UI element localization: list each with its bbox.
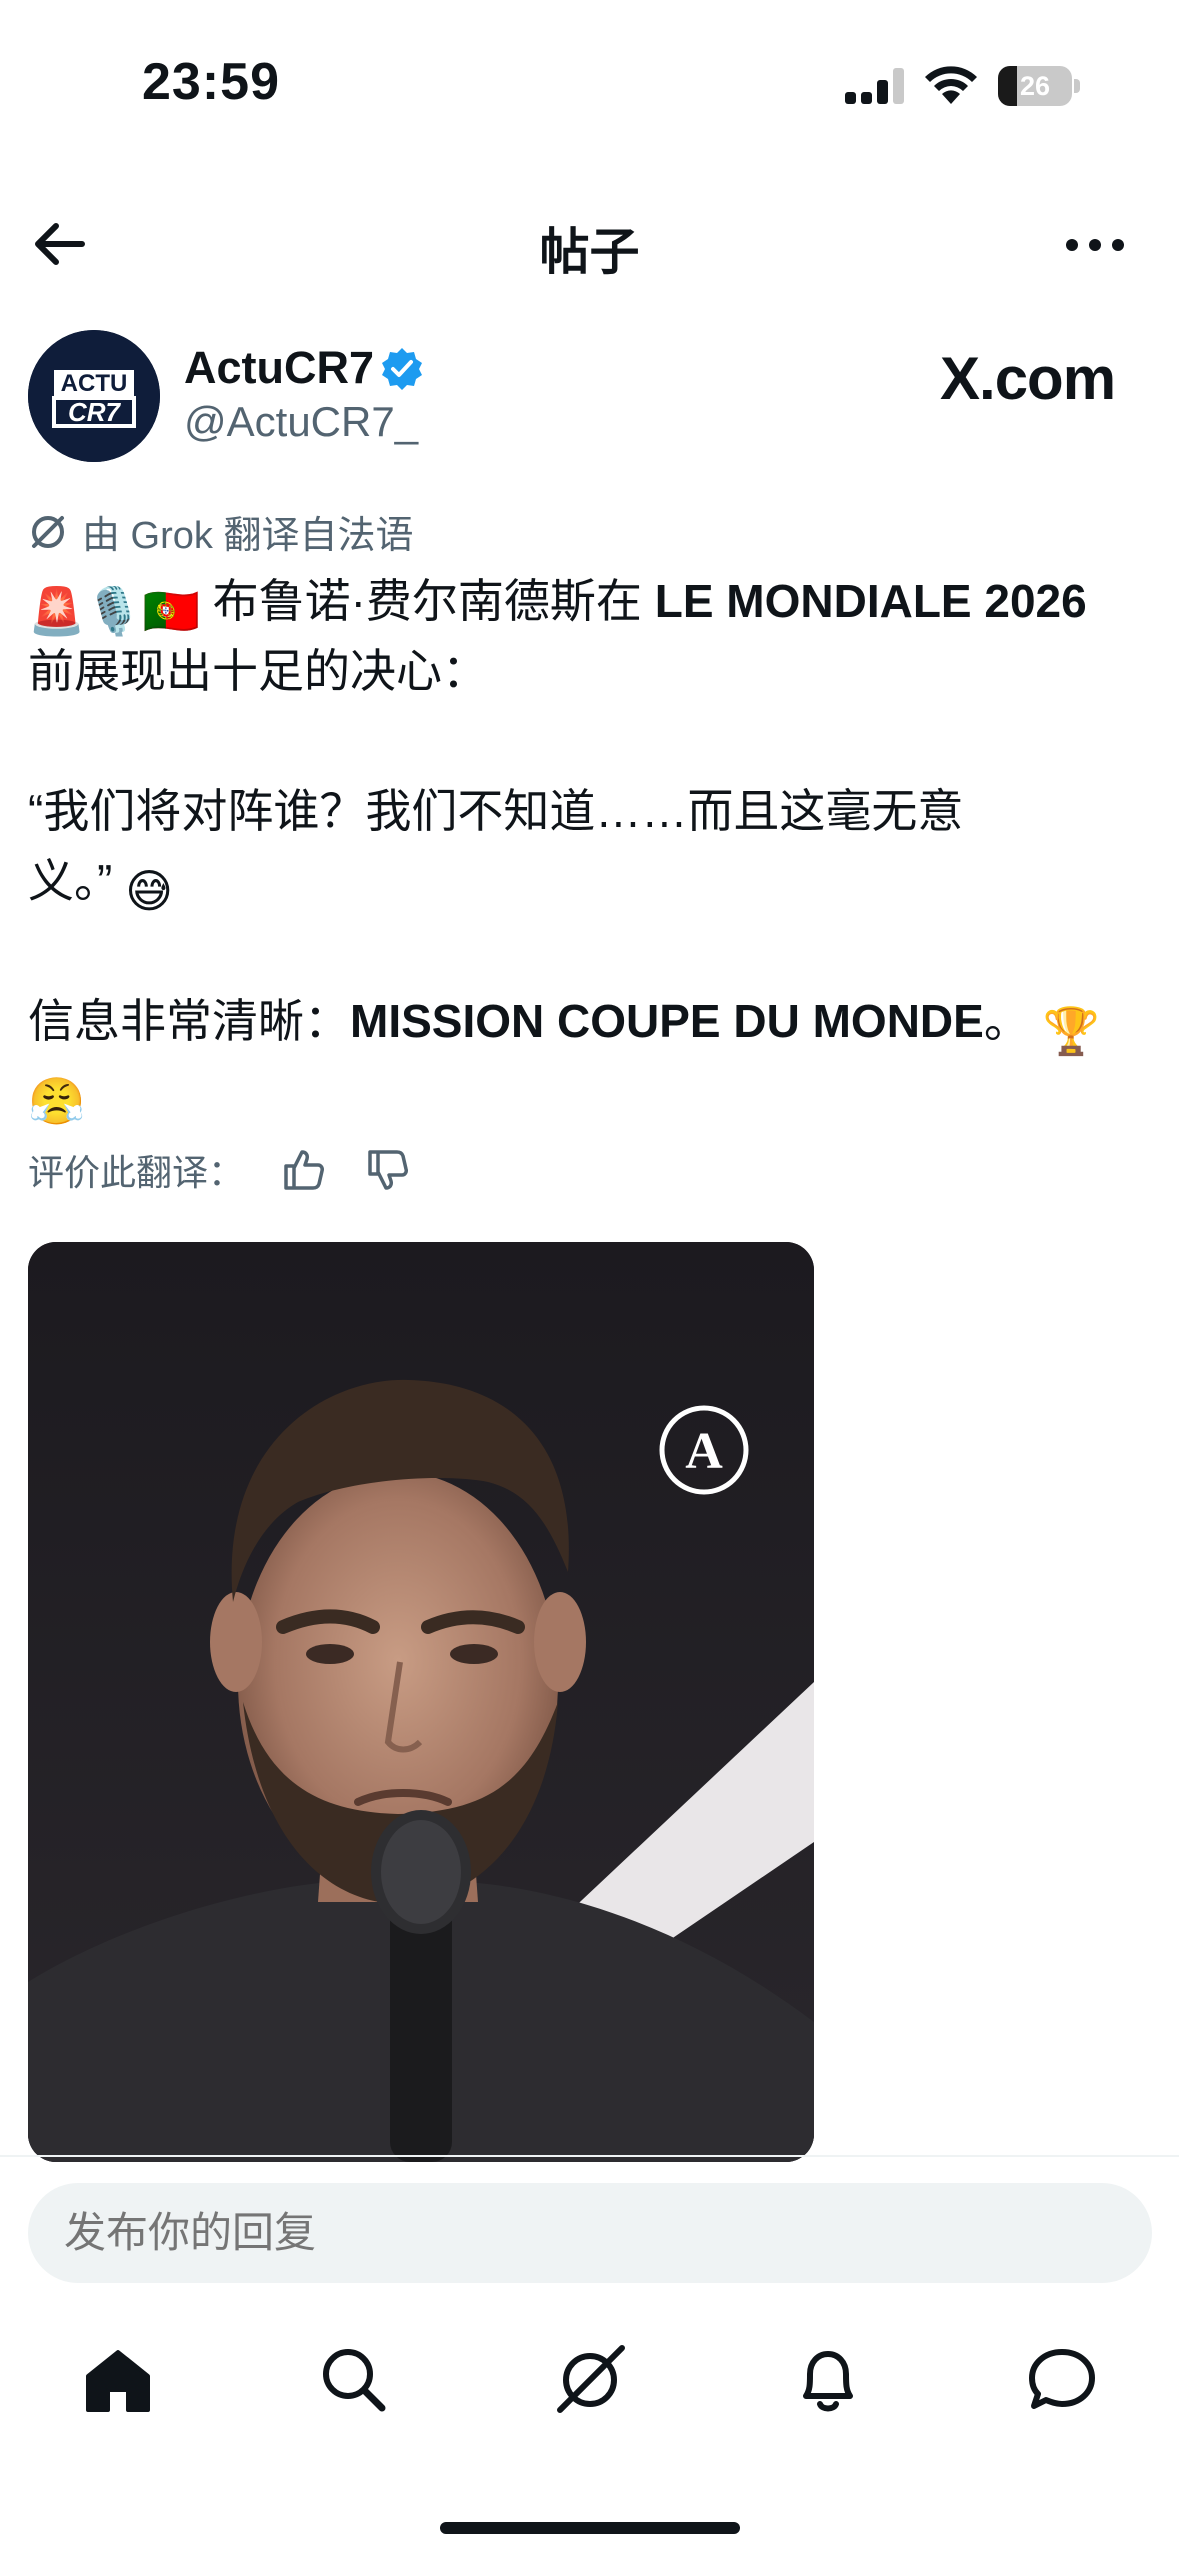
sweat-smile-emoji: 😅	[125, 865, 174, 917]
post-text-line2: 前展现出十足的决心：	[28, 645, 488, 697]
post-media-video[interactable]: A	[28, 1242, 814, 2162]
svg-text:CR7: CR7	[68, 397, 122, 427]
thumbs-down-icon[interactable]	[364, 1146, 412, 1194]
verified-badge-icon	[382, 348, 422, 390]
quote-line2: 义。”	[28, 855, 126, 907]
grok-icon	[32, 515, 64, 548]
avatar[interactable]: ACTU CR7	[28, 330, 160, 462]
signal-icon	[845, 68, 904, 104]
grok-icon[interactable]	[550, 2340, 630, 2420]
home-indicator	[440, 2522, 740, 2534]
media-logo: A	[685, 1423, 723, 1480]
translation-note-text: 由 Grok 翻译自法语	[82, 515, 414, 557]
status-time: 23:59	[142, 53, 280, 111]
battery-level: 26	[1019, 71, 1051, 101]
post-text: 🚨🎙️🇵🇹 布鲁诺·费尔南德斯在 LE MONDIALE 2026 前展现出十足…	[28, 566, 1158, 1127]
xcom-text: X.com	[940, 345, 1116, 412]
player-photo: A	[28, 1242, 814, 2162]
xcom-watermark: X.com	[940, 344, 1116, 413]
rate-translation: 评价此翻译：	[28, 1144, 412, 1196]
rate-translation-label: 评价此翻译：	[28, 1152, 245, 1193]
author-name[interactable]: ActuCR7	[184, 342, 374, 394]
steam-face-emoji: 😤	[28, 1075, 86, 1127]
author-handle[interactable]: @ActuCR7_	[184, 398, 418, 446]
translation-note[interactable]: 由 Grok 翻译自法语	[28, 504, 413, 559]
messages-icon[interactable]	[1022, 2340, 1102, 2420]
reply-divider	[0, 2155, 1179, 2157]
svg-text:ACTU: ACTU	[61, 370, 128, 397]
status-bar: 23:59 26	[0, 0, 1179, 170]
reply-input[interactable]	[64, 2183, 1114, 2283]
post-header: 帖子	[0, 190, 1179, 300]
trophy-emoji: 🏆	[1042, 1005, 1100, 1057]
notifications-bell-icon[interactable]	[788, 2340, 868, 2420]
more-horizontal-icon[interactable]	[1060, 220, 1130, 270]
thumbs-up-icon[interactable]	[280, 1146, 328, 1194]
home-icon[interactable]	[78, 2340, 158, 2420]
battery-icon: 26	[998, 66, 1080, 106]
reply-composer[interactable]	[28, 2183, 1152, 2283]
search-icon[interactable]	[314, 2340, 394, 2420]
actucr7-logo: ACTU CR7	[28, 330, 160, 462]
bottom-nav	[0, 2320, 1179, 2440]
wifi-icon	[925, 66, 977, 104]
page-title: 帖子	[539, 224, 640, 280]
quote-line1: “我们将对阵谁？我们不知道……而且这毫无意	[28, 785, 964, 837]
